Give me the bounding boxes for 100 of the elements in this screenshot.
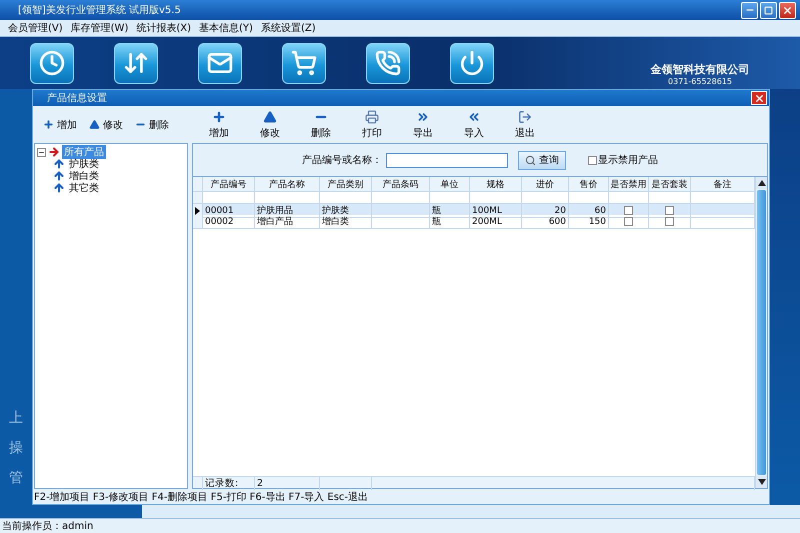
side-text: 操 [9, 439, 23, 457]
toolbar-button[interactable] [30, 42, 74, 84]
column-header: 产品编号 [203, 177, 255, 192]
tree-tool-button[interactable]: 修改 [89, 118, 123, 132]
toolbar-button[interactable] [282, 42, 326, 84]
triangle-icon [263, 110, 277, 124]
table-cell: 瓶 [430, 204, 470, 218]
status-text: 当前操作员：admin [2, 520, 94, 533]
table-cell: 增白类 [320, 215, 372, 229]
arrows-icon [123, 50, 149, 76]
menu-item[interactable]: 基本信息(Y) [199, 21, 253, 35]
column-header: 单位 [430, 177, 470, 192]
toolbar-button[interactable]: 退出 [509, 110, 541, 140]
power-icon [459, 50, 485, 76]
search-button[interactable]: 查询 [518, 150, 566, 170]
table-cell: 增白产品 [255, 215, 320, 229]
scroll-down-icon[interactable] [758, 479, 766, 485]
table-cell: 100ML [470, 204, 522, 218]
plus-icon [212, 110, 226, 124]
table-row[interactable]: 00001 护肤用品 护肤类 瓶 100ML 20 60 [193, 204, 755, 215]
checkbox[interactable] [588, 156, 597, 164]
cart-icon [291, 50, 317, 76]
checkbox[interactable] [624, 217, 633, 226]
shortcut-hints: F2-增加项目 F3-修改项目 F4-删除项目 F5-打印 F6-导出 F7-导入 Esc-退出 [33, 490, 370, 504]
record-count: 2 [255, 477, 320, 490]
scrollbar[interactable] [755, 177, 767, 488]
toolbar-button[interactable]: 增加 [203, 110, 235, 140]
table-row[interactable]: 00002 增白产品 增白类 瓶 200ML 600 150 [193, 215, 755, 226]
arrow-up-icon [53, 182, 65, 194]
side-text: 管 [9, 469, 23, 487]
phone-icon [375, 50, 401, 76]
window-title: [领智]美发行业管理系统 试用版v5.5 [18, 4, 181, 17]
checkbox[interactable] [624, 206, 633, 215]
empty-cell [372, 204, 430, 218]
collapse-toggle[interactable] [37, 148, 46, 156]
column-header: 规格 [470, 177, 522, 192]
scroll-up-icon[interactable] [758, 180, 766, 186]
empty-cell [372, 215, 430, 229]
table-cell: 护肤类 [320, 204, 372, 218]
tree-tool-button[interactable]: 增加 [43, 118, 77, 132]
table-cell: 00002 [203, 215, 255, 229]
toolbar-button[interactable]: 打印 [356, 110, 388, 140]
exit-icon [518, 110, 532, 124]
maximize-button[interactable] [760, 2, 777, 18]
toolbar-button[interactable] [198, 42, 242, 84]
close-icon [782, 4, 793, 16]
table-cell: 600 [522, 215, 569, 229]
arrow-right-icon [48, 146, 60, 158]
column-header: 产品类别 [320, 177, 372, 192]
menu-item[interactable]: 统计报表(X) [136, 21, 192, 35]
table-cell: 200ML [470, 215, 522, 229]
dialog-title: 产品信息设置 [47, 92, 107, 105]
close-icon [754, 92, 764, 104]
printer-icon [365, 110, 379, 124]
column-header: 备注 [691, 177, 755, 192]
table-cell: 60 [569, 204, 609, 218]
menu-item[interactable]: 会员管理(V) [8, 21, 63, 35]
clock-icon [39, 50, 65, 76]
table-cell: 00001 [203, 204, 255, 218]
toolbar-button[interactable]: 删除 [305, 110, 337, 140]
maximize-icon [764, 6, 773, 14]
tree-item[interactable]: 其它类 [67, 181, 101, 195]
search-field[interactable] [386, 152, 508, 168]
column-header: 是否禁用 [609, 177, 649, 192]
toolbar-button[interactable] [366, 42, 410, 84]
column-header: 是否套装 [649, 177, 691, 192]
mail-icon [207, 50, 233, 76]
toolbar-button[interactable] [114, 42, 158, 84]
close-button[interactable] [751, 91, 767, 105]
tree-tool-button[interactable]: 删除 [135, 118, 169, 132]
column-header: 进价 [522, 177, 569, 192]
record-count-label: 记录数: [203, 477, 255, 490]
close-button[interactable] [779, 2, 796, 18]
plus-icon [43, 119, 54, 130]
checkbox-label: 显示禁用产品 [598, 154, 658, 167]
toolbar-button[interactable]: 导出 [407, 110, 439, 140]
minimize-button[interactable] [741, 2, 758, 18]
triangle-icon [89, 119, 100, 130]
column-header: 售价 [569, 177, 609, 192]
toolbar-button[interactable]: 导入 [458, 110, 490, 140]
tree-item[interactable]: 增白类 [67, 169, 101, 183]
search-icon [525, 154, 536, 166]
toolbar-button[interactable]: 修改 [254, 110, 286, 140]
table-cell: 瓶 [430, 215, 470, 229]
search-label: 产品编号或名称： [302, 154, 382, 167]
column-header: 产品名称 [255, 177, 320, 192]
company-name: 金领智科技有限公司 [650, 62, 750, 77]
side-text: 上 [9, 409, 23, 427]
tree-item[interactable]: 所有产品 [62, 145, 106, 159]
column-header: 产品条码 [372, 177, 430, 192]
tree-item[interactable]: 护肤类 [67, 157, 101, 171]
table-cell: 150 [569, 215, 609, 229]
menu-item[interactable]: 系统设置(Z) [260, 21, 316, 35]
toolbar-button[interactable] [450, 42, 494, 84]
table-cell: 20 [522, 204, 569, 218]
checkbox[interactable] [665, 206, 674, 215]
company-phone: 0371-65528615 [668, 77, 732, 86]
arrow-up-icon [53, 158, 65, 170]
menu-item[interactable]: 库存管理(W) [70, 21, 128, 35]
checkbox[interactable] [665, 217, 674, 226]
